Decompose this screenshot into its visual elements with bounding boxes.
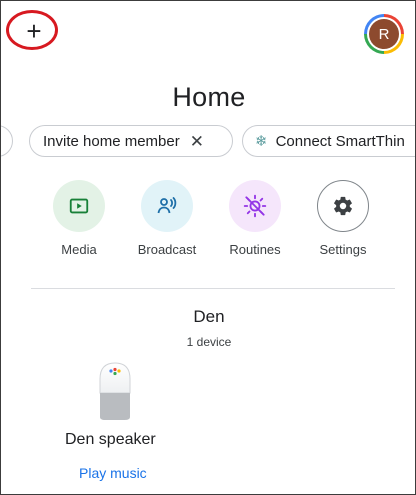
broadcast-icon <box>157 197 177 214</box>
avatar: R <box>367 17 401 51</box>
chip-invite-home-member[interactable]: Invite home member ✕ <box>29 125 233 157</box>
routines-button[interactable]: Routines <box>215 180 295 257</box>
broadcast-icon-circle <box>141 180 193 232</box>
media-button[interactable]: Media <box>39 180 119 257</box>
page-title: Home <box>172 82 246 112</box>
broadcast-label: Broadcast <box>137 242 197 257</box>
chip-previous[interactable] <box>1 125 13 157</box>
media-icon-circle <box>53 180 105 232</box>
routines-icon <box>243 194 267 218</box>
room-device-count: 1 device <box>186 335 232 349</box>
chip-connect-label: Connect SmartThin <box>275 132 405 150</box>
chip-connect-smartthings[interactable]: ❄ Connect SmartThin <box>242 125 415 157</box>
avatar-initial: R <box>369 19 399 49</box>
settings-button[interactable]: Settings <box>303 180 383 257</box>
broadcast-button[interactable]: Broadcast <box>127 180 207 257</box>
gear-icon <box>334 196 352 216</box>
plus-icon: + <box>26 16 42 46</box>
device-name: Den speaker <box>65 431 156 448</box>
divider <box>31 288 395 289</box>
snowflake-icon: ❄ <box>255 133 268 150</box>
play-icon <box>69 198 89 214</box>
quick-actions: Media Broadcast Routines Settings <box>1 180 415 260</box>
account-avatar-button[interactable]: R <box>364 14 404 54</box>
media-label: Media <box>61 242 97 257</box>
play-music-link[interactable]: Play music <box>79 465 147 481</box>
chip-invite-label: Invite home member <box>43 132 180 150</box>
close-icon[interactable]: ✕ <box>190 133 204 150</box>
google-home-speaker-icon[interactable] <box>94 361 136 421</box>
settings-icon-circle <box>317 180 369 232</box>
suggestion-chips: Invite home member ✕ ❄ Connect SmartThin <box>1 125 415 159</box>
room-name[interactable]: Den <box>1 307 415 327</box>
routines-icon-circle <box>229 180 281 232</box>
routines-label: Routines <box>229 242 281 257</box>
add-button[interactable]: + <box>15 15 53 49</box>
home-screen: + R Home Invite home member ✕ ❄ Connect … <box>0 0 416 495</box>
settings-label: Settings <box>319 242 367 257</box>
